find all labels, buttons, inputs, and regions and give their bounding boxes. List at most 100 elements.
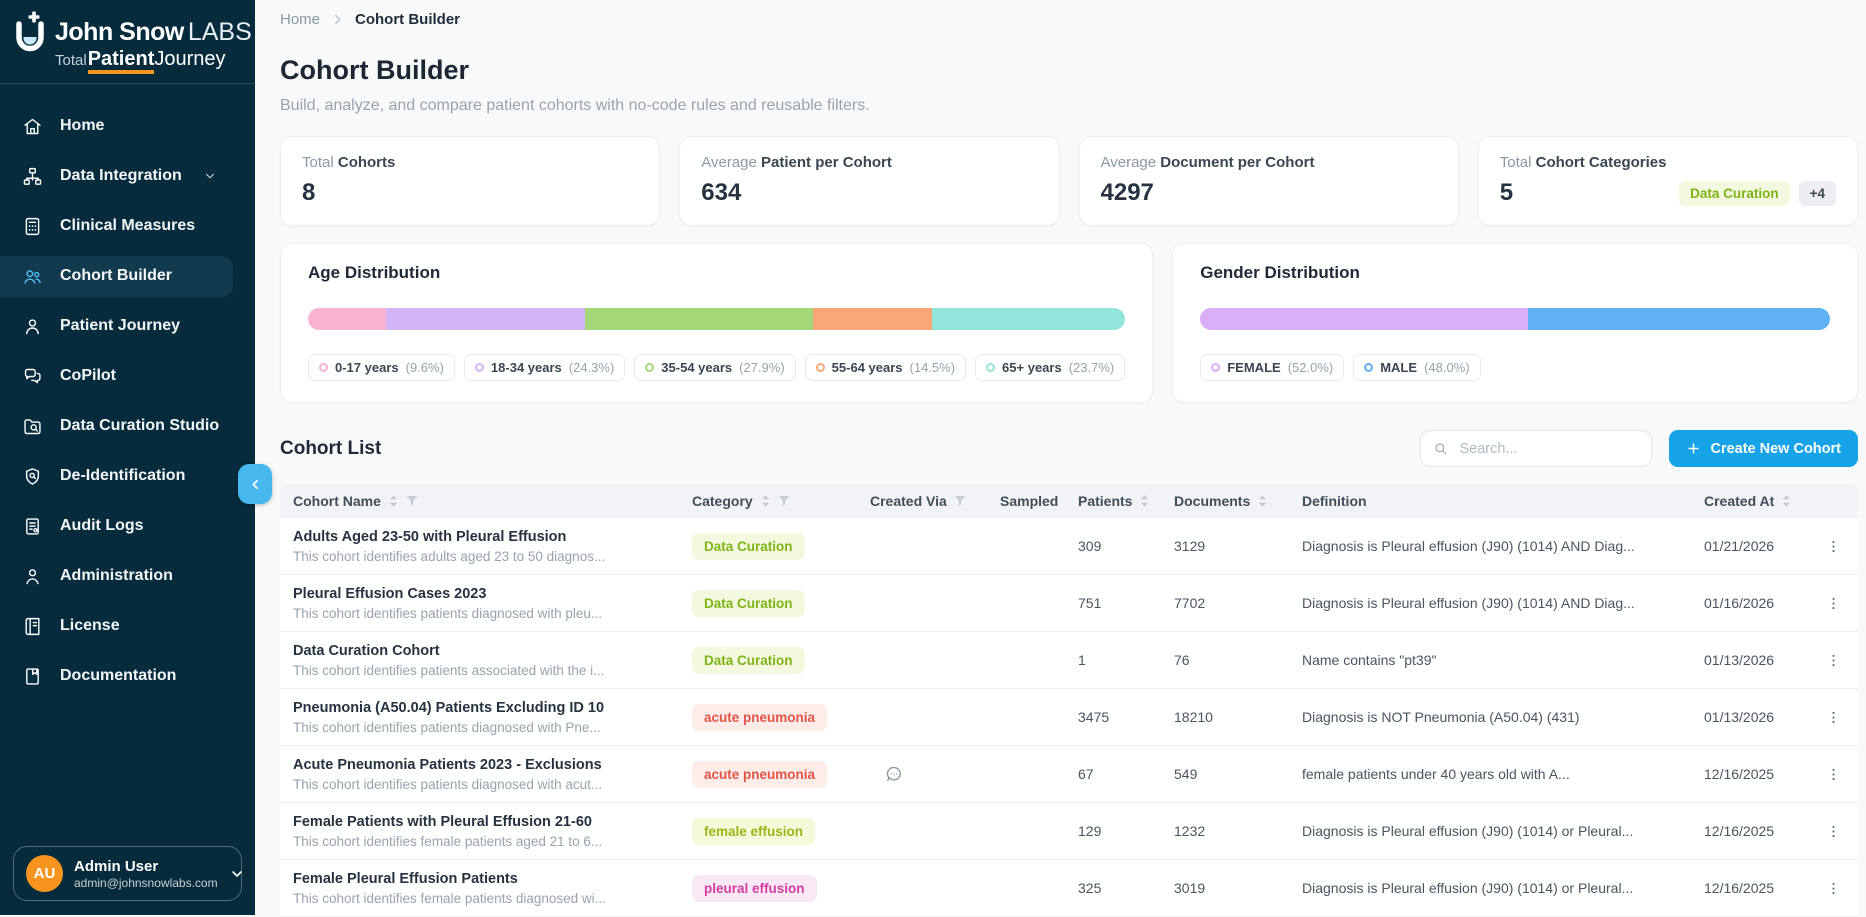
search-icon: [1433, 441, 1448, 456]
table-row[interactable]: Pneumonia (A50.04) Patients Excluding ID…: [280, 689, 1858, 746]
column-header-patients[interactable]: Patients: [1068, 493, 1164, 509]
sidebar-item-data-curation-studio[interactable]: Data Curation Studio: [0, 406, 233, 447]
cohort-name: Pleural Effusion Cases 2023: [293, 586, 672, 602]
cohort-name-cell: Acute Pneumonia Patients 2023 - Exclusio…: [280, 757, 682, 792]
sidebar-item-home[interactable]: Home: [0, 106, 233, 147]
search-box[interactable]: [1420, 430, 1652, 467]
bookmark-file-icon: [22, 666, 43, 687]
table-row[interactable]: Female Pleural Effusion Patients This coh…: [280, 860, 1858, 917]
table-row[interactable]: Data Curation CohortThis cohort identifi…: [280, 632, 1858, 689]
sidebar-item-label: Data Integration: [60, 167, 182, 185]
avatar: AU: [26, 855, 63, 892]
chart-legend: 0-17 years (9.6%)18-34 years (24.3%)35-5…: [308, 354, 1125, 381]
gender-distribution-card: Gender DistributionFEMALE (52.0%)MALE (4…: [1172, 243, 1858, 403]
sort-icon[interactable]: [388, 494, 399, 508]
sort-icon[interactable]: [760, 494, 771, 508]
shield-search-icon: [22, 466, 43, 487]
cohort-description: This cohort identifies female patients d…: [293, 891, 672, 906]
legend-dot-icon: [475, 363, 484, 372]
sidebar-collapse-button[interactable]: [238, 464, 272, 504]
home-icon: [22, 116, 43, 137]
sidebar-item-de-identification[interactable]: De-Identification: [0, 456, 233, 497]
category-badge: +4: [1799, 181, 1836, 206]
user-menu[interactable]: AU Admin User admin@johnsnowlabs.com: [13, 846, 242, 901]
cohort-description: This cohort identifies adults aged 23 to…: [293, 549, 672, 564]
filter-funnel-icon[interactable]: [778, 495, 790, 507]
user-email: admin@johnsnowlabs.com: [74, 876, 218, 890]
kebab-menu-icon[interactable]: [1808, 538, 1858, 555]
documents-count: 18210: [1164, 709, 1292, 725]
cohort-description: This cohort identifies patients associat…: [293, 663, 672, 678]
table-row[interactable]: Pleural Effusion Cases 2023This cohort i…: [280, 575, 1858, 632]
column-header-created-via[interactable]: Created Via: [860, 493, 990, 509]
kebab-menu-icon[interactable]: [1808, 652, 1858, 669]
brand-name: John SnowLABS: [55, 18, 252, 47]
john-snow-labs-logo: John SnowLABS TotalPatientJourney: [0, 0, 255, 81]
create-new-cohort-button[interactable]: Create New Cohort: [1669, 430, 1858, 467]
legend-dot-icon: [1364, 363, 1373, 372]
kebab-menu-icon[interactable]: [1808, 595, 1858, 612]
stat-card-patient-per-cohort: Average Patient per Cohort634: [679, 136, 1059, 226]
sidebar-item-label: Administration: [60, 567, 173, 585]
stat-label: Total Cohorts: [302, 154, 638, 171]
patients-count: 325: [1068, 880, 1164, 896]
filter-funnel-icon[interactable]: [954, 495, 966, 507]
definition-cell: Name contains "pt39": [1292, 652, 1694, 668]
patients-count: 3475: [1068, 709, 1164, 725]
chevron-down-icon[interactable]: [203, 169, 217, 183]
sort-icon[interactable]: [1139, 494, 1150, 508]
chevron-down-icon[interactable]: [229, 866, 245, 882]
created-at-cell: 12/16/2025: [1694, 823, 1808, 839]
chat-bubbles-icon: [22, 366, 43, 387]
cohort-name-cell: Female Pleural Effusion Patients This coh…: [280, 871, 682, 906]
table-row[interactable]: Acute Pneumonia Patients 2023 - Exclusio…: [280, 746, 1858, 803]
stat-card-document-per-cohort: Average Document per Cohort4297: [1079, 136, 1459, 226]
definition-cell: Diagnosis is Pleural effusion (J90) (101…: [1292, 538, 1694, 554]
cohort-name-cell: Pleural Effusion Cases 2023This cohort i…: [280, 586, 682, 621]
kebab-menu-icon[interactable]: [1808, 709, 1858, 726]
stat-label: Total Cohort Categories: [1500, 154, 1836, 171]
kebab-menu-icon[interactable]: [1808, 823, 1858, 840]
sidebar-item-audit-logs[interactable]: Audit Logs: [0, 506, 233, 547]
search-input[interactable]: [1457, 440, 1639, 458]
age-distribution-card: Age Distribution0-17 years (9.6%)18-34 y…: [280, 243, 1153, 403]
admin-person-icon: [22, 566, 43, 587]
sidebar-item-data-integration[interactable]: Data Integration: [0, 156, 233, 197]
page-subtitle: Build, analyze, and compare patient coho…: [280, 97, 1858, 115]
bar-segment-female: [1200, 308, 1527, 330]
cohort-name: Acute Pneumonia Patients 2023 - Exclusio…: [293, 757, 672, 773]
bar-segment-35-54-years: [585, 308, 813, 330]
sort-icon[interactable]: [1781, 494, 1792, 508]
sidebar-item-documentation[interactable]: Documentation: [0, 656, 233, 697]
column-header-cohort-name[interactable]: Cohort Name: [280, 493, 682, 509]
sidebar-item-clinical-measures[interactable]: Clinical Measures: [0, 206, 233, 247]
column-header-documents[interactable]: Documents: [1164, 493, 1292, 509]
folder-search-icon: [22, 416, 43, 437]
stat-value: 634: [701, 179, 741, 207]
sidebar-item-label: De-Identification: [60, 467, 185, 485]
column-header-created-at[interactable]: Created At: [1694, 493, 1808, 509]
category-badge: female effusion: [692, 818, 815, 845]
definition-cell: Diagnosis is Pleural effusion (J90) (101…: [1292, 823, 1694, 839]
sidebar-item-cohort-builder[interactable]: Cohort Builder: [0, 256, 233, 297]
definition-cell: Diagnosis is Pleural effusion (J90) (101…: [1292, 595, 1694, 611]
flask-logo-icon: [10, 10, 50, 70]
definition-cell: Diagnosis is Pleural effusion (J90) (101…: [1292, 880, 1694, 896]
legend-chip-65-years: 65+ years (23.7%): [975, 354, 1125, 381]
table-row[interactable]: Female Patients with Pleural Effusion 21…: [280, 803, 1858, 860]
column-header-category[interactable]: Category: [682, 493, 860, 509]
breadcrumb-home-link[interactable]: Home: [280, 11, 320, 28]
cohort-name-cell: Pneumonia (A50.04) Patients Excluding ID…: [280, 700, 682, 735]
sidebar-item-license[interactable]: License: [0, 606, 233, 647]
sort-icon[interactable]: [1257, 494, 1268, 508]
kebab-menu-icon[interactable]: [1808, 766, 1858, 783]
table-row[interactable]: Adults Aged 23-50 with Pleural EffusionT…: [280, 518, 1858, 575]
filter-funnel-icon[interactable]: [406, 495, 418, 507]
kebab-menu-icon[interactable]: [1808, 880, 1858, 897]
sidebar-item-copilot[interactable]: CoPilot: [0, 356, 233, 397]
legend-dot-icon: [645, 363, 654, 372]
sidebar-item-patient-journey[interactable]: Patient Journey: [0, 306, 233, 347]
stat-label: Average Document per Cohort: [1101, 154, 1437, 171]
cohort-name: Female Pleural Effusion Patients: [293, 871, 672, 887]
sidebar-item-administration[interactable]: Administration: [0, 556, 233, 597]
